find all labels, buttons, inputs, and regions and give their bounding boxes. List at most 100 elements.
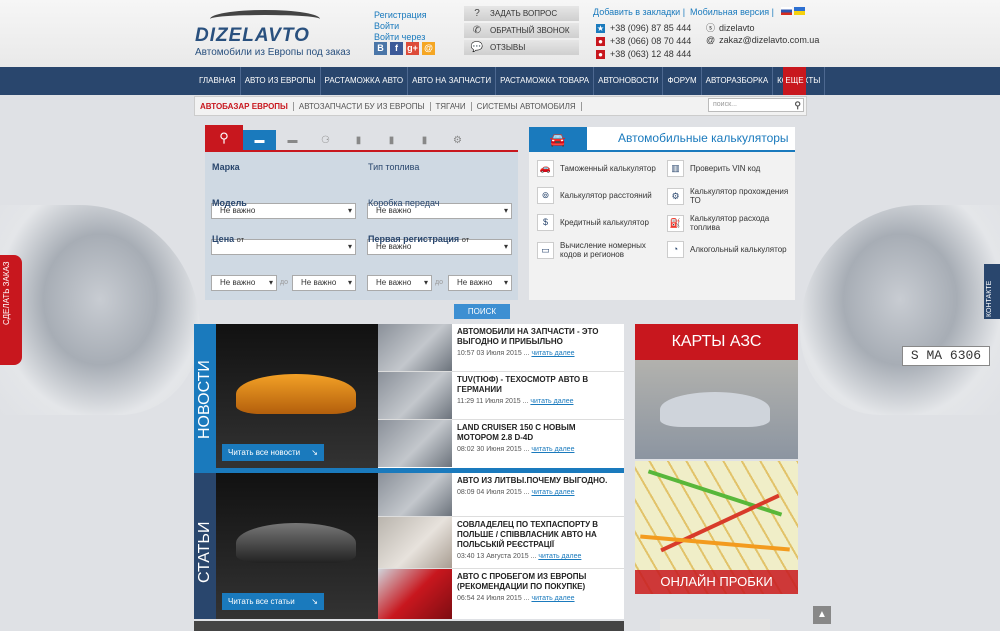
plate-codes-link[interactable]: ▭ Вычисление номерных кодов и регионов [537, 241, 662, 259]
read-more-link[interactable]: читать далее [531, 350, 574, 357]
ukrainian-flag-icon[interactable] [794, 7, 805, 15]
phone-item[interactable]: ★ +38 (096) 87 85 444 [596, 22, 691, 35]
read-more-link[interactable]: читать далее [530, 398, 573, 405]
logo-text: DIZELAVTO [195, 25, 310, 46]
tab-suv[interactable]: ▬ [276, 130, 309, 150]
all-news-label: Читать все новости [228, 448, 301, 457]
search-input[interactable]: поиск... ⚲ [708, 98, 804, 112]
phone-number: +38 (063) 12 48 444 [610, 49, 692, 59]
google-plus-icon[interactable]: g+ [406, 42, 419, 55]
scroll-to-top-button[interactable]: ▲ [813, 606, 831, 624]
gas-station-maps-banner[interactable]: КАРТЫ АЗС [635, 324, 798, 459]
nav-item-cars-for-parts[interactable]: АВТО НА ЗАПЧАСТИ [408, 67, 497, 95]
login-link[interactable]: Войти [374, 21, 399, 31]
reg-to-select[interactable]: Не важно [448, 275, 512, 291]
bottom-banner[interactable] [660, 619, 770, 631]
article-thumbnail[interactable] [378, 569, 452, 619]
tab-cars[interactable]: ▬ [243, 130, 276, 150]
news-item[interactable]: LAND CRUISER 150 С НОВЫМ МОТОРОМ 2.8 D-4… [378, 420, 624, 468]
article-title[interactable]: СОВЛАДЕЛЕЦ ПО ТЕХПАСПОРТУ В ПОЛЬШЕ / СПІ… [457, 520, 619, 550]
reviews-button[interactable]: 💬 ОТЗЫВЫ [464, 40, 579, 55]
read-more-link[interactable]: читать далее [531, 446, 574, 453]
article-thumbnail[interactable] [378, 517, 452, 568]
news-hero-image[interactable]: Читать все новости ↘ [216, 324, 378, 469]
tab-vans[interactable]: ▮ [375, 130, 408, 150]
article-item[interactable]: СОВЛАДЕЛЕЦ ПО ТЕХПАСПОРТУ В ПОЛЬШЕ / СПІ… [378, 517, 624, 569]
nav-more-button[interactable]: ЕЩЕ [783, 67, 806, 95]
make-order-button[interactable]: СДЕЛАТЬ ЗАКАЗ [0, 255, 22, 365]
tab-moto[interactable]: ⚆ [309, 130, 342, 150]
subnav-item-used-parts[interactable]: АВТОЗАПЧАСТИ БУ ИЗ ЕВРОПЫ [294, 101, 431, 111]
read-more-link[interactable]: читать далее [538, 553, 581, 560]
news-thumbnail[interactable] [378, 372, 452, 419]
phone-item[interactable]: ● +38 (063) 12 48 444 [596, 48, 691, 61]
news-title[interactable]: TUV(ТЮФ) - ТЕХОСМОТР АВТО В ГЕРМАНИИ [457, 375, 619, 395]
tab-trucks[interactable]: ▮ [342, 130, 375, 150]
subnav-item-europe-market[interactable]: АВТОБАЗАР ЕВРОПЫ [195, 101, 294, 111]
ask-question-button[interactable]: ? ЗАДАТЬ ВОПРОС [464, 6, 579, 21]
mobile-version-link[interactable]: Мобильная версия | [690, 7, 774, 17]
nav-item-forum[interactable]: ФОРУМ [663, 67, 702, 95]
tab-tractor[interactable]: ⚙ [441, 130, 474, 150]
nav-item-dismantling[interactable]: АВТОРАЗБОРКА [702, 67, 774, 95]
all-news-button[interactable]: Читать все новости ↘ [222, 444, 324, 461]
news-thumbnail[interactable] [378, 324, 452, 371]
russian-flag-icon[interactable] [781, 7, 792, 15]
article-thumbnail[interactable] [378, 473, 452, 516]
fuel-calculator-link[interactable]: ⛽ Калькулятор расхода топлива [667, 214, 792, 232]
read-more-link[interactable]: читать далее [531, 595, 574, 602]
map-road [647, 469, 783, 517]
vin-check-link[interactable]: ▥ Проверить VIN код [667, 160, 792, 177]
background-car-right [800, 205, 1000, 415]
all-articles-button[interactable]: Читать все статьи ↘ [222, 593, 324, 610]
phone-icon: ✆ [472, 25, 482, 36]
nav-item-cars-from-europe[interactable]: АВТО ИЗ ЕВРОПЫ [241, 67, 321, 95]
bookmark-link[interactable]: Добавить в закладки | [593, 7, 685, 17]
tab-special[interactable]: ▮ [408, 130, 441, 150]
news-label: НОВОСТИ [196, 360, 213, 439]
email-item[interactable]: @ zakaz@dizelavto.com.ua [706, 34, 819, 46]
vk-widget-button[interactable]: КОНТАКТЕ [984, 264, 1000, 319]
alcohol-calculator-link[interactable]: ◔ Алкогольный калькулятор [667, 241, 792, 258]
read-more-link[interactable]: читать далее [531, 489, 574, 496]
search-button[interactable]: ПОИСК [454, 304, 510, 319]
news-item[interactable]: АВТОМОБИЛИ НА ЗАПЧАСТИ - ЭТО ВЫГОДНО И П… [378, 324, 624, 372]
distance-calculator-link[interactable]: ⊚ Калькулятор расстояний [537, 187, 662, 204]
article-item[interactable]: АВТО ИЗ ЛИТВЫ.ПОЧЕМУ ВЫГОДНО. 08:09 04 Ию… [378, 473, 624, 517]
customs-calculator-link[interactable]: 🚗 Таможенный калькулятор [537, 160, 662, 177]
article-title[interactable]: АВТО С ПРОБЕГОМ ИЗ ЕВРОПЫ (РЕКОМЕНДАЦИИ … [457, 572, 619, 592]
article-title[interactable]: АВТО ИЗ ЛИТВЫ.ПОЧЕМУ ВЫГОДНО. [457, 476, 607, 486]
subnav-item-car-systems[interactable]: СИСТЕМЫ АВТОМОБИЛЯ [472, 101, 582, 111]
search-icon[interactable]: ⚲ [794, 99, 801, 111]
vk-icon[interactable]: В [374, 42, 387, 55]
service-calculator-link[interactable]: ⚙ Калькулятор прохождения ТО [667, 187, 792, 205]
mail-icon[interactable]: @ [422, 42, 435, 55]
site-logo[interactable]: DIZELAVTO Автомобили из Европы под заказ [195, 6, 355, 58]
credit-calculator-link[interactable]: $ Кредитный калькулятор [537, 214, 662, 231]
search-icon[interactable]: ⚲ [205, 125, 243, 150]
article-item[interactable]: АВТО С ПРОБЕГОМ ИЗ ЕВРОПЫ (РЕКОМЕНДАЦИИ … [378, 569, 624, 619]
nav-item-autonews[interactable]: АВТОНОВОСТИ [594, 67, 664, 95]
reg-to-label: до [435, 279, 443, 286]
articles-hero-image[interactable]: Читать все статьи ↘ [216, 473, 378, 619]
online-traffic-banner[interactable]: ОНЛАЙН ПРОБКИ [635, 461, 798, 594]
nav-item-car-customs[interactable]: РАСТАМОЖКА АВТО [321, 67, 409, 95]
news-thumbnail[interactable] [378, 420, 452, 467]
subnav-item-tractors[interactable]: ТЯГАЧИ [431, 101, 472, 111]
nav-item-goods-customs[interactable]: РАСТАМОЖКА ТОВАРА [496, 67, 595, 95]
reg-from-select[interactable]: Не важно [367, 275, 432, 291]
contact-info: ⓢ dizelavto @ zakaz@dizelavto.com.ua [706, 22, 819, 46]
tow-truck-icon: ▮ [421, 134, 428, 146]
register-link[interactable]: Регистрация [374, 10, 427, 20]
callback-button[interactable]: ✆ ОБРАТНЫЙ ЗВОНОК [464, 23, 579, 38]
price-to-select[interactable]: Не важно [292, 275, 356, 291]
skype-item[interactable]: ⓢ dizelavto [706, 22, 819, 34]
nav-item-home[interactable]: ГЛАВНАЯ [195, 67, 241, 95]
news-title[interactable]: АВТОМОБИЛИ НА ЗАПЧАСТИ - ЭТО ВЫГОДНО И П… [457, 327, 619, 347]
phone-item[interactable]: ● +38 (066) 08 70 444 [596, 35, 691, 48]
facebook-icon[interactable]: f [390, 42, 403, 55]
price-from-select[interactable]: Не важно [211, 275, 277, 291]
motorcycle-icon: ⚆ [321, 134, 330, 146]
news-title[interactable]: LAND CRUISER 150 С НОВЫМ МОТОРОМ 2.8 D-4… [457, 423, 619, 443]
news-item[interactable]: TUV(ТЮФ) - ТЕХОСМОТР АВТО В ГЕРМАНИИ 11:2… [378, 372, 624, 420]
